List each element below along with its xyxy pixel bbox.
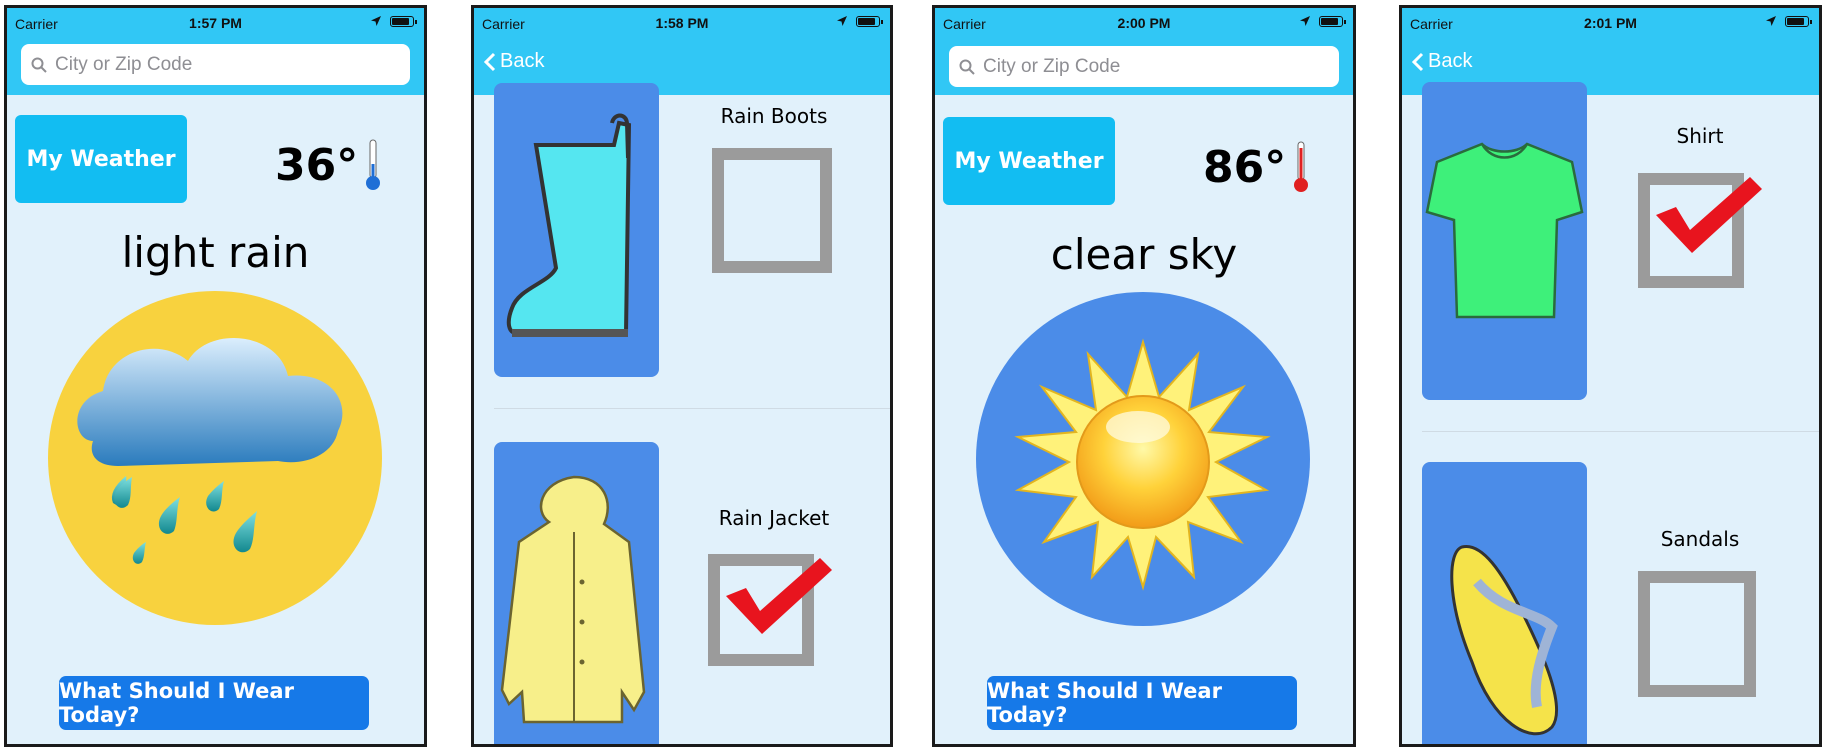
back-button[interactable]: Back xyxy=(1412,50,1472,73)
rain-boot-icon xyxy=(506,113,632,337)
location-arrow-icon xyxy=(1766,16,1776,26)
nav-bar: City or Zip Code xyxy=(935,40,1353,95)
clothing-card-rain-boots xyxy=(494,83,659,377)
chevron-left-icon xyxy=(1412,52,1424,71)
status-bar: Carrier 1:57 PM xyxy=(7,8,424,40)
battery-icon xyxy=(1785,15,1812,27)
battery-icon xyxy=(390,15,417,27)
phone-screen-clothing-clear: Carrier 2:01 PM Back Shirt Sandals xyxy=(1399,5,1822,747)
row-divider xyxy=(494,408,890,409)
thermometer-hot-icon xyxy=(1294,141,1309,192)
weather-condition: light rain xyxy=(121,228,310,277)
row-divider xyxy=(1422,431,1819,432)
what-to-wear-button[interactable]: What Should I Wear Today? xyxy=(59,676,369,730)
shirt-icon xyxy=(1425,142,1584,319)
weather-icon-circle xyxy=(48,291,382,625)
sandal-icon xyxy=(1450,544,1558,736)
temperature-value: 86° xyxy=(1203,141,1287,193)
checkmark-icon xyxy=(1656,177,1762,253)
what-to-wear-button[interactable]: What Should I Wear Today? xyxy=(987,676,1297,730)
my-weather-button[interactable]: My Weather xyxy=(15,115,187,203)
back-label: Back xyxy=(500,50,545,72)
search-placeholder: City or Zip Code xyxy=(55,53,193,75)
temperature-display: 86° xyxy=(1203,140,1310,194)
status-bar: Carrier 2:01 PM xyxy=(1402,8,1819,40)
location-arrow-icon xyxy=(1300,16,1310,26)
status-icons xyxy=(836,15,883,27)
clothing-card-sandals xyxy=(1422,462,1587,744)
checkbox-rain-boots[interactable] xyxy=(712,148,832,273)
item-label-sandals: Sandals xyxy=(1660,527,1740,551)
clothing-card-rain-jacket xyxy=(494,442,659,744)
checkmark-icon xyxy=(726,558,832,634)
search-placeholder: City or Zip Code xyxy=(983,55,1121,77)
thermometer-cold-icon xyxy=(366,139,381,190)
status-time: 1:57 PM xyxy=(189,15,242,31)
location-arrow-icon xyxy=(371,16,381,26)
search-icon xyxy=(959,59,975,75)
nav-bar: City or Zip Code xyxy=(7,40,424,95)
status-icons xyxy=(370,15,417,27)
status-time: 1:58 PM xyxy=(655,15,709,31)
phone-screen-weather-clear: Carrier 2:00 PM City or Zip Code My Weat… xyxy=(932,5,1356,747)
location-arrow-icon xyxy=(837,16,847,26)
chevron-left-icon xyxy=(484,52,496,71)
back-button[interactable]: Back xyxy=(484,50,544,73)
checkbox-sandals[interactable] xyxy=(1638,571,1756,697)
rain-jacket-icon xyxy=(500,475,646,724)
back-label: Back xyxy=(1428,50,1473,72)
temperature-display: 36° xyxy=(275,138,382,192)
status-bar: Carrier 2:00 PM xyxy=(935,8,1353,40)
my-weather-button[interactable]: My Weather xyxy=(943,117,1115,205)
status-icons xyxy=(1299,15,1346,27)
search-icon xyxy=(31,57,47,73)
rain-cloud-icon xyxy=(77,338,343,564)
battery-icon xyxy=(856,15,883,27)
item-label-shirt: Shirt xyxy=(1676,124,1724,148)
phone-screen-weather-rain: Carrier 1:57 PM City or Zip Code My Weat… xyxy=(4,5,427,747)
temperature-value: 36° xyxy=(275,139,359,191)
status-time: 2:00 PM xyxy=(1117,15,1171,31)
status-time: 2:01 PM xyxy=(1584,15,1637,31)
phone-screen-clothing-rain: Carrier 1:58 PM Back Rain Boots Rain Jac… xyxy=(471,5,893,747)
search-input[interactable]: City or Zip Code xyxy=(949,46,1339,87)
status-icons xyxy=(1765,15,1812,27)
search-input[interactable]: City or Zip Code xyxy=(21,44,410,85)
item-label-rain-jacket: Rain Jacket xyxy=(718,506,830,530)
clothing-card-shirt xyxy=(1422,82,1587,400)
sun-icon xyxy=(1014,338,1271,591)
status-bar: Carrier 1:58 PM xyxy=(474,8,890,40)
weather-condition: clear sky xyxy=(1050,230,1238,279)
battery-icon xyxy=(1319,15,1346,27)
weather-icon-circle xyxy=(976,292,1310,626)
item-label-rain-boots: Rain Boots xyxy=(720,104,828,128)
